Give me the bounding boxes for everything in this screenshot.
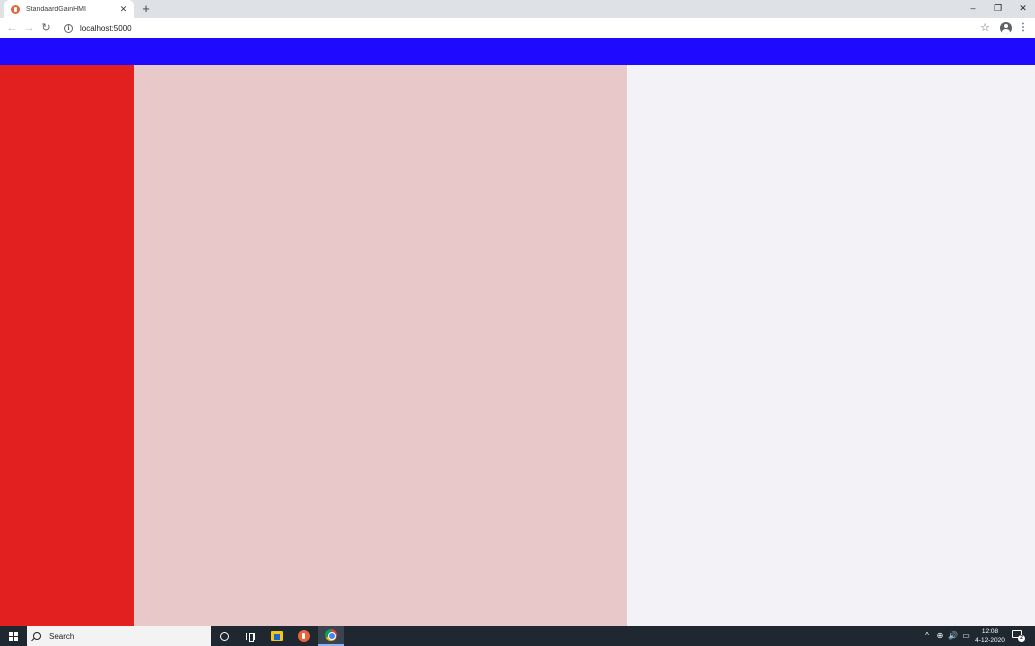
search-icon [33, 632, 41, 640]
volume-icon[interactable]: 🔊 [947, 626, 959, 646]
new-tab-button[interactable]: + [140, 2, 152, 15]
forward-button[interactable]: → [22, 21, 36, 35]
chrome-icon [325, 629, 337, 641]
taskbar-clock[interactable]: 12:08 4-12-2020 [972, 627, 1008, 645]
app-right-panel [627, 65, 1035, 626]
cortana-icon [219, 631, 229, 641]
profile-avatar-icon[interactable] [1000, 22, 1012, 34]
search-label: Search [49, 631, 75, 641]
bookmark-star-icon[interactable]: ☆ [979, 21, 991, 35]
web-page [0, 38, 1035, 626]
back-button[interactable]: ← [5, 21, 19, 35]
app-main-panel [134, 65, 627, 626]
file-explorer-icon [271, 631, 283, 641]
taskbar-search-box[interactable]: Search [27, 626, 211, 646]
cortana-button[interactable] [211, 626, 237, 646]
browser-toolbar: ← → ↻ i localhost:5000 ☆ ⋮ [0, 18, 1035, 38]
notification-count-badge: 2 [1018, 635, 1025, 642]
close-window-button[interactable]: ✕ [1011, 0, 1035, 16]
task-view-button[interactable] [237, 626, 263, 646]
address-bar[interactable]: i localhost:5000 [58, 20, 992, 36]
tab-close-icon[interactable]: ✕ [119, 4, 128, 14]
site-info-icon[interactable]: i [64, 23, 73, 33]
clock-time: 12:08 [981, 628, 999, 635]
start-button[interactable] [0, 626, 27, 646]
address-url[interactable]: localhost:5000 [80, 24, 132, 33]
network-icon[interactable]: ⊕ [934, 626, 946, 646]
tray-overflow-chevron-icon[interactable]: ^ [921, 626, 933, 646]
restore-button[interactable]: ❐ [986, 0, 1010, 16]
windows-taskbar: Search ^ ⊕ 🔊 ▭ 12:08 4-12-2020 2 [0, 626, 1035, 646]
browser-tab-strip: StandaardGainHMI ✕ + – ❐ ✕ [0, 0, 1035, 18]
browser-menu-icon[interactable]: ⋮ [1018, 21, 1028, 35]
task-view-icon [245, 632, 255, 642]
file-explorer-taskbar-button[interactable] [264, 626, 290, 646]
action-center-button[interactable]: 2 [1011, 629, 1025, 642]
app-sidebar-panel [0, 65, 134, 626]
minimize-button[interactable]: – [961, 0, 985, 16]
reload-button[interactable]: ↻ [39, 21, 53, 35]
clock-date: 4-12-2020 [975, 637, 1005, 644]
display-icon[interactable]: ▭ [960, 626, 972, 646]
windows-logo-icon [9, 631, 18, 641]
tab-title: StandaardGainHMI [26, 5, 86, 13]
browser-tab[interactable]: StandaardGainHMI ✕ [4, 0, 134, 18]
orange-app-icon [298, 630, 310, 642]
app-favicon-icon [11, 4, 20, 14]
orange-app-taskbar-button[interactable] [291, 626, 317, 646]
app-header-bar [0, 38, 1035, 65]
chrome-taskbar-button[interactable] [318, 626, 344, 646]
